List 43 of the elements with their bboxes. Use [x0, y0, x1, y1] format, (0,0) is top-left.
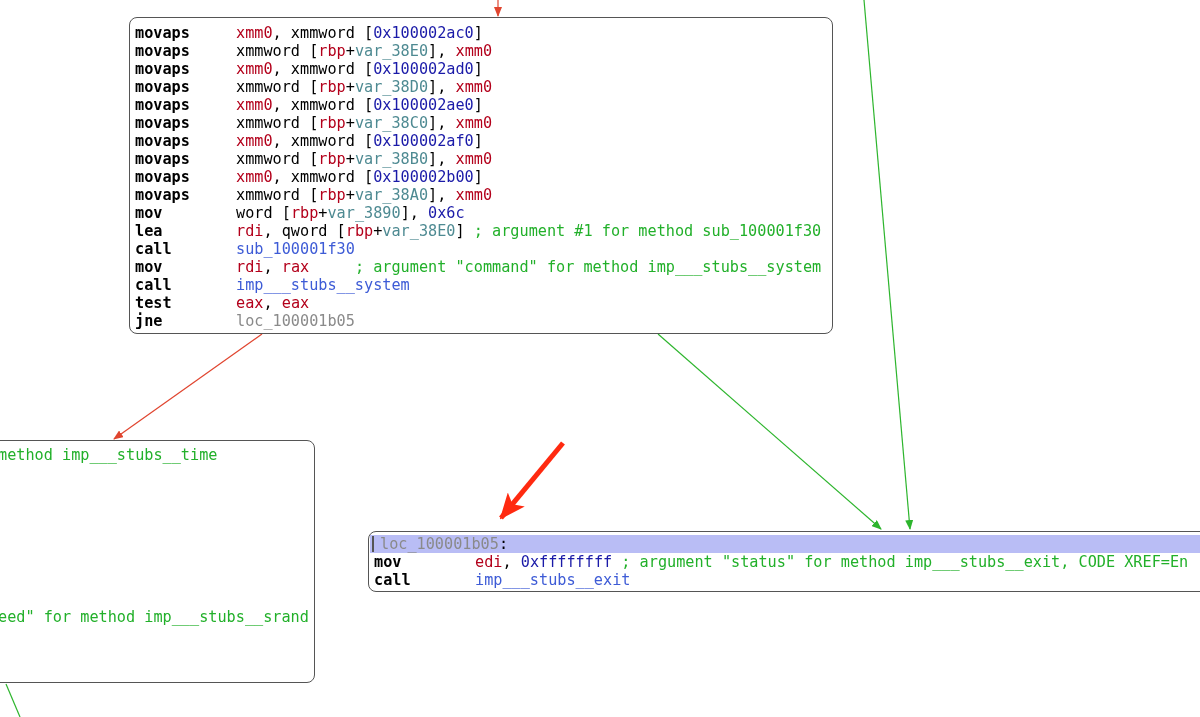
operands: loc_100001b05 — [236, 312, 355, 330]
text-cursor — [372, 536, 374, 552]
mnemonic: lea — [135, 222, 164, 240]
selected-row[interactable]: loc_100001b05: — [370, 535, 1200, 553]
operands: sub_100001f30 — [236, 240, 355, 258]
mnemonic: mov — [135, 258, 164, 276]
mnemonic: movaps — [135, 114, 191, 132]
mnemonic: call — [135, 240, 173, 258]
mnemonic: movaps — [135, 42, 191, 60]
mnemonic: movaps — [135, 132, 191, 150]
operands: xmm0, xmmword [0x100002ac0] — [236, 24, 483, 42]
operands: rdi, qword [rbp+var_38E0] ; argument #1 for method sub_100001f30 — [236, 222, 822, 240]
operands: xmm0, xmmword [0x100002b00] — [236, 168, 483, 186]
operands: xmm0, xmmword [0x100002ae0] — [236, 96, 483, 114]
operands: xmmword [rbp+var_38C0], xmm0 — [236, 114, 493, 132]
label-text: loc_100001b05: — [380, 535, 509, 553]
mnemonic: movaps — [135, 168, 191, 186]
operands: xmmword [rbp+var_38D0], xmm0 — [236, 78, 493, 96]
mnemonic: mov — [135, 204, 164, 222]
operands: edi, 0xffffffff ; argument "status" for method imp___stubs__exit, CODE XREF=En — [475, 553, 1189, 571]
operands: xmmword [rbp+var_38A0], xmm0 — [236, 186, 493, 204]
mnemonic: movaps — [135, 78, 191, 96]
operands: imp___stubs__system — [236, 276, 410, 294]
mnemonic: movaps — [135, 96, 191, 114]
mnemonic: test — [135, 294, 173, 312]
mnemonic: movaps — [135, 186, 191, 204]
mnemonic: movaps — [135, 60, 191, 78]
operands: imp___stubs__exit — [475, 571, 631, 589]
mnemonic: movaps — [135, 24, 191, 42]
edge-arrow — [494, 0, 502, 17]
operands: xmmword [rbp+var_38B0], xmm0 — [236, 150, 493, 168]
operands: xmm0, xmmword [0x100002af0] — [236, 132, 483, 150]
mnemonic: call — [135, 276, 173, 294]
mnemonic: jne — [135, 312, 164, 330]
operands: xmm0, xmmword [0x100002ad0] — [236, 60, 483, 78]
mnemonic: mov — [374, 553, 403, 571]
mnemonic: call — [374, 571, 412, 589]
mnemonic: movaps — [135, 150, 191, 168]
edge-line — [5, 683, 21, 717]
operands: rdi, rax ; argument "command" for method imp___stubs__system — [236, 258, 822, 276]
operands: word [rbp+var_3890], 0x6c — [236, 204, 465, 222]
operands: eax, eax — [236, 294, 310, 312]
operands: xmmword [rbp+var_38E0], xmm0 — [236, 42, 493, 60]
